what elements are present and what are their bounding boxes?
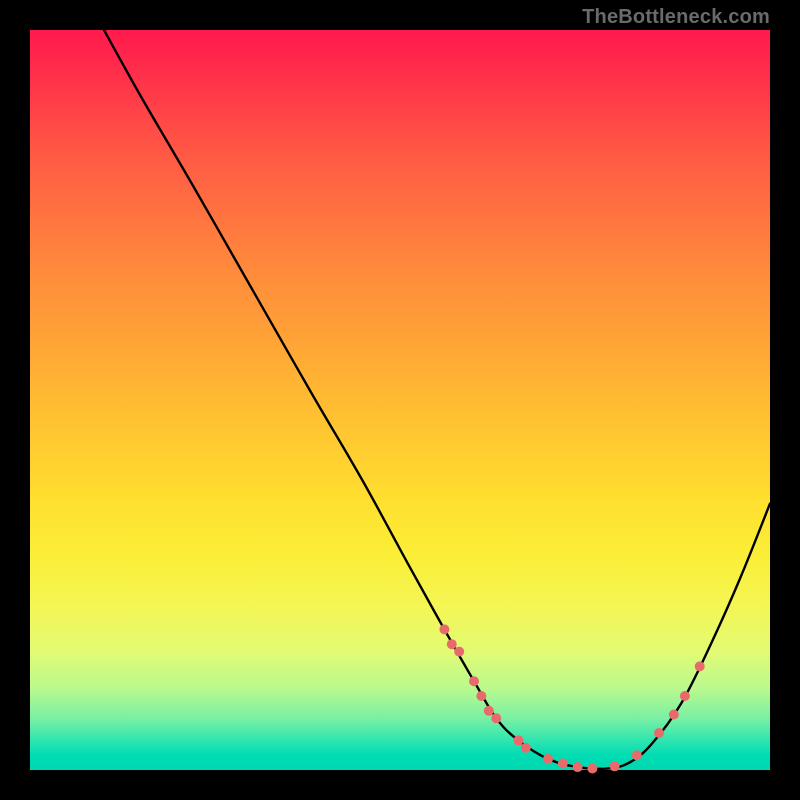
data-marker (469, 676, 479, 686)
data-marker (543, 754, 553, 764)
data-markers (439, 624, 704, 773)
data-marker (476, 691, 486, 701)
data-marker (610, 761, 620, 771)
data-marker (695, 661, 705, 671)
data-marker (513, 735, 523, 745)
chart-svg (30, 30, 770, 770)
data-marker (521, 743, 531, 753)
watermark-text: TheBottleneck.com (582, 6, 770, 29)
data-marker (491, 713, 501, 723)
data-marker (484, 706, 494, 716)
data-marker (654, 728, 664, 738)
data-marker (587, 764, 597, 774)
data-marker (454, 647, 464, 657)
data-marker (558, 758, 568, 768)
data-marker (447, 639, 457, 649)
data-marker (680, 691, 690, 701)
data-marker (632, 750, 642, 760)
plot-area (30, 30, 770, 770)
data-marker (439, 624, 449, 634)
chart-stage: TheBottleneck.com (0, 0, 800, 800)
curve-line (104, 30, 770, 769)
data-marker (573, 762, 583, 772)
data-marker (669, 710, 679, 720)
